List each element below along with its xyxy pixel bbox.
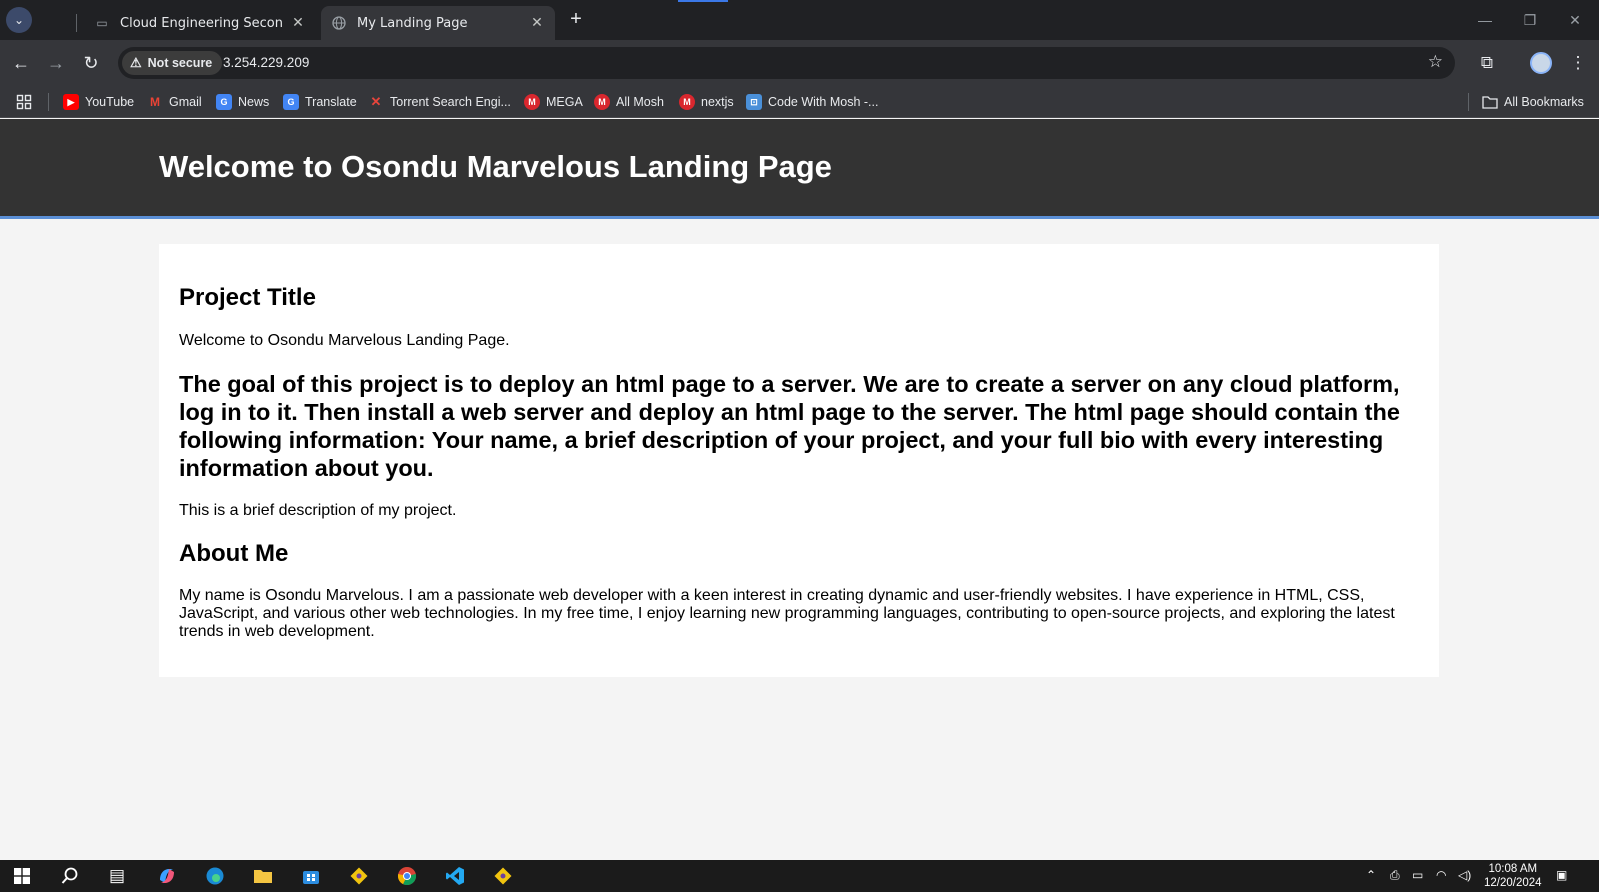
volume-icon[interactable]: ◁) bbox=[1458, 868, 1471, 882]
search-icon[interactable] bbox=[56, 863, 84, 889]
all-bookmarks-label: All Bookmarks bbox=[1504, 95, 1584, 109]
folder-icon bbox=[1482, 94, 1498, 110]
bookmarks-separator bbox=[48, 93, 49, 111]
tab-my-landing-page[interactable]: My Landing Page ✕ bbox=[321, 6, 555, 40]
edge-icon[interactable] bbox=[201, 863, 229, 889]
mega-icon: M bbox=[524, 94, 540, 110]
mega-icon: M bbox=[679, 94, 695, 110]
reload-icon[interactable]: ↻ bbox=[78, 50, 104, 76]
project-title-heading: Project Title bbox=[179, 284, 316, 311]
taskbar: ▤ ⌃ ⎙ ▭ ◠ ◁) 10:08 AM 12/20/2024 ▣ bbox=[0, 860, 1599, 892]
google-news-icon: G bbox=[216, 94, 232, 110]
bookmark-torrent-search[interactable]: ✕ Torrent Search Engi... bbox=[368, 91, 511, 113]
bookmark-label: YouTube bbox=[85, 95, 135, 109]
vscode-icon[interactable] bbox=[441, 863, 469, 889]
bookmark-mega[interactable]: M MEGA bbox=[524, 91, 583, 113]
warning-icon: ⚠ bbox=[130, 55, 142, 70]
back-arrow-icon[interactable]: ← bbox=[8, 50, 34, 76]
security-label: Not secure bbox=[147, 56, 213, 70]
restore-icon[interactable]: ❐ bbox=[1515, 8, 1545, 32]
google-translate-icon: G bbox=[283, 94, 299, 110]
code-with-mosh-icon: ⊡ bbox=[746, 94, 762, 110]
bookmark-label: Gmail bbox=[169, 95, 202, 109]
new-tab-button[interactable]: + bbox=[564, 8, 588, 32]
all-bookmarks-button[interactable]: All Bookmarks bbox=[1482, 91, 1584, 113]
windows-start-icon[interactable] bbox=[8, 863, 36, 889]
page-favicon-icon: ▭ bbox=[96, 16, 108, 30]
address-bar[interactable]: ⚠ Not secure 3.254.229.209 ☆ bbox=[118, 47, 1455, 79]
project-goal-heading: The goal of this project is to deploy an… bbox=[179, 371, 1400, 481]
forward-arrow-icon[interactable]: → bbox=[43, 50, 69, 76]
menu-kebab-icon[interactable]: ⋮ bbox=[1565, 50, 1591, 76]
youtube-icon: ▶ bbox=[63, 94, 79, 110]
bookmark-label: MEGA bbox=[546, 95, 583, 109]
chevron-up-icon[interactable]: ⌃ bbox=[1366, 868, 1376, 882]
minimize-icon[interactable]: — bbox=[1470, 8, 1500, 32]
close-window-icon[interactable]: ✕ bbox=[1560, 8, 1590, 32]
main-content-card: Project Title Welcome to Osondu Marvelou… bbox=[159, 244, 1439, 677]
tab-search-icon[interactable]: ⌄ bbox=[6, 7, 32, 33]
notification-icon[interactable]: ▣ bbox=[1556, 868, 1567, 882]
apps-grid-icon[interactable] bbox=[16, 91, 32, 113]
bookmark-news[interactable]: G News bbox=[216, 91, 269, 113]
extensions-icon[interactable]: ⧉ bbox=[1474, 50, 1500, 76]
url-text[interactable]: 3.254.229.209 bbox=[223, 55, 309, 70]
system-clock[interactable]: 10:08 AM 12/20/2024 bbox=[1484, 862, 1542, 890]
mega-icon: M bbox=[594, 94, 610, 110]
file-explorer-icon[interactable] bbox=[249, 863, 277, 889]
chrome-icon[interactable] bbox=[393, 863, 421, 889]
task-view-icon[interactable]: ▤ bbox=[103, 863, 131, 889]
bookmarks-bar: ▶ YouTube M Gmail G News G Translate ✕ T… bbox=[0, 85, 1599, 118]
project-description: This is a brief description of my projec… bbox=[179, 502, 457, 519]
bookmark-all-mosh[interactable]: M All Mosh bbox=[594, 91, 664, 113]
git-app-icon[interactable] bbox=[489, 863, 517, 889]
security-chip[interactable]: ⚠ Not secure bbox=[122, 51, 223, 75]
bookmark-label: All Mosh bbox=[616, 95, 664, 109]
close-icon[interactable]: ✕ bbox=[529, 15, 545, 31]
bookmark-translate[interactable]: G Translate bbox=[283, 91, 357, 113]
bookmark-label: Code With Mosh -... bbox=[768, 95, 879, 109]
bookmark-label: Torrent Search Engi... bbox=[390, 95, 511, 109]
bookmark-nextjs[interactable]: M nextjs bbox=[679, 91, 734, 113]
site-header: Welcome to Osondu Marvelous Landing Page bbox=[0, 119, 1599, 219]
browser-toolbar: ← → ↻ ⚠ Not secure 3.254.229.209 ☆ ⧉ ⋮ bbox=[0, 40, 1599, 85]
bookmark-star-icon[interactable]: ☆ bbox=[1428, 52, 1443, 72]
git-app-icon[interactable] bbox=[345, 863, 373, 889]
bookmark-code-with-mosh[interactable]: ⊡ Code With Mosh -... bbox=[746, 91, 878, 113]
bookmark-label: Translate bbox=[305, 95, 357, 109]
tab-title: My Landing Page bbox=[357, 15, 468, 31]
profile-avatar[interactable] bbox=[1530, 52, 1552, 74]
page-title: Welcome to Osondu Marvelous Landing Page bbox=[159, 149, 832, 184]
gmail-icon: M bbox=[150, 95, 160, 109]
torrent-x-icon: ✕ bbox=[370, 94, 382, 109]
clock-time: 10:08 AM bbox=[1488, 863, 1538, 875]
bio-text: My name is Osondu Marvelous. I am a pass… bbox=[179, 587, 1395, 640]
welcome-text: Welcome to Osondu Marvelous Landing Page… bbox=[179, 332, 510, 349]
wifi-icon[interactable]: ◠ bbox=[1436, 868, 1446, 882]
tab-divider bbox=[76, 14, 77, 32]
tab-strip: ⌄ ▭ Cloud Engineering Second Sem ✕ My La… bbox=[0, 0, 1599, 40]
copilot-icon[interactable] bbox=[153, 863, 181, 889]
bookmarks-separator bbox=[1468, 93, 1469, 111]
bookmark-gmail[interactable]: M Gmail bbox=[147, 91, 202, 113]
bookmark-youtube[interactable]: ▶ YouTube bbox=[63, 91, 134, 113]
meet-now-icon[interactable]: ⎙ bbox=[1390, 868, 1400, 883]
about-me-heading: About Me bbox=[179, 540, 289, 567]
tab-title: Cloud Engineering Second Sem bbox=[120, 15, 282, 31]
bookmark-label: News bbox=[238, 95, 270, 109]
globe-icon bbox=[331, 15, 347, 31]
bookmark-label: nextjs bbox=[701, 95, 734, 109]
battery-icon[interactable]: ▭ bbox=[1412, 868, 1423, 882]
tab-strip-accent bbox=[678, 0, 728, 2]
store-icon[interactable] bbox=[297, 863, 325, 889]
close-icon[interactable]: ✕ bbox=[290, 15, 306, 31]
clock-date: 12/20/2024 bbox=[1484, 877, 1542, 889]
tab-cloud-engineering[interactable]: ▭ Cloud Engineering Second Sem ✕ bbox=[84, 6, 316, 40]
